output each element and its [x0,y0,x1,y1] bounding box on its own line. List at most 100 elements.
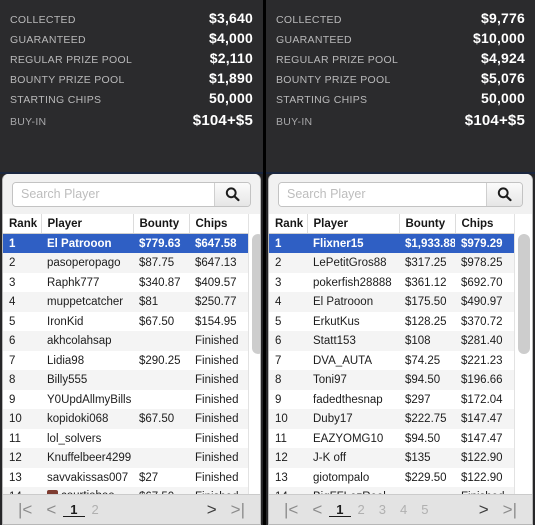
search-input[interactable] [279,182,486,206]
column-header-player: Player [307,213,400,235]
pagination-first-button[interactable]: |< [11,501,39,518]
table-row[interactable]: 6 Statt153 $108 $281.40 [269,331,514,351]
table-row[interactable]: 8 Billy555 Finished [3,370,248,390]
column-header-player: Player [41,213,134,235]
table-row[interactable]: 1 Flixner15 $1,933.88 $979.29 [269,233,514,254]
cell-chips: $281.40 [455,331,514,351]
table-row[interactable]: 12 J-K off $135 $122.90 [269,448,514,468]
pagination-page-5[interactable]: 5 [414,503,435,516]
table-wrapper: Rank Player Bounty Chips 1 Flixner15 $1,933.88… [269,213,532,494]
table-row[interactable]: 13 savvakissas007 $27 Finished [3,467,248,488]
stat-value: 50,000 [208,90,253,106]
table-row[interactable]: 7 DVA_AUTA $74.25 $221.23 [269,350,514,371]
table-row[interactable]: 3 pokerfish28888 $361.12 $692.70 [269,272,514,293]
stat-label: STARTING CHIPS [10,94,102,106]
table-row[interactable]: 2 LePetitGros88 $317.25 $978.25 [269,253,514,273]
cell-chips: $647.58 [189,233,248,254]
search-input[interactable] [13,182,214,206]
cell-chips: Finished [189,331,248,351]
pagination-page-1[interactable]: 1 [63,503,85,517]
player-name-wrap: kopidoki068 [47,413,108,425]
cell-bounty: $317.25 [399,253,455,273]
player-name-wrap: pokerfish28888 [313,277,392,289]
table-row[interactable]: 1 El Patrooon $779.63 $647.58 [3,233,248,254]
pagination-page-1[interactable]: 1 [329,503,351,517]
cell-rank: 10 [3,409,41,429]
column-header-rank: Rank [3,213,42,235]
cell-player: LePetitGros88 [307,253,399,273]
cell-chips: Finished [189,428,248,449]
stat-row: STARTING CHIPS 50,000 [10,88,253,108]
search-wrap [12,181,251,207]
table-row[interactable]: 5 ErkutKus $128.25 $370.72 [269,311,514,332]
cell-bounty: $81 [133,292,189,312]
search-icon [224,186,241,203]
player-name: IronKid [47,315,84,328]
vertical-scrollbar[interactable] [514,213,532,494]
cell-chips: $647.13 [189,253,248,273]
stat-value: $9,776 [480,10,525,26]
player-name-wrap: El Patrooon [47,238,112,250]
cell-bounty [133,448,189,468]
table-row[interactable]: 2 pasoperopago $87.75 $647.13 [3,253,248,273]
player-table: Rank Player Bounty Chips 1 El Patrooon $779.63… [3,213,248,494]
cell-bounty [133,389,189,410]
table-row[interactable]: 4 El Patrooon $175.50 $490.97 [269,292,514,312]
pagination-page-2[interactable]: 2 [85,503,106,516]
stat-row: BUY-IN $104+$5 [276,111,525,131]
table-row[interactable]: 8 Toni97 $94.50 $196.66 [269,370,514,390]
table-row[interactable]: 5 IronKid $67.50 $154.95 [3,311,248,332]
cell-chips: $122.90 [455,448,514,468]
pagination-page-4[interactable]: 4 [393,503,414,516]
pagination-prev-button[interactable]: < [305,501,329,518]
player-name-wrap: Y0UpdAllmyBills [47,394,131,406]
cell-player: EAZYOMG10 [307,428,399,449]
vertical-scrollbar[interactable] [248,213,260,494]
stat-label: REGULAR PRIZE POOL [276,54,399,66]
table-row[interactable]: 7 Lidia98 $290.25 Finished [3,350,248,371]
stat-value: $104+$5 [192,112,253,129]
table-row[interactable]: 4 muppetcatcher $81 $250.77 [3,292,248,312]
cell-player: Toni97 [307,370,399,390]
pagination-next-button[interactable]: > [200,501,224,518]
pagination-page-3[interactable]: 3 [372,503,393,516]
cell-bounty: $74.25 [399,350,455,371]
table-row[interactable]: 10 kopidoki068 $67.50 Finished [3,409,248,429]
cell-rank: 12 [269,448,307,468]
player-name: Billy555 [47,374,88,387]
player-name: Knuffelbeer4299 [47,452,132,465]
pagination-next-button[interactable]: > [472,501,496,518]
scrollbar-thumb[interactable] [518,233,530,354]
player-name-wrap: pasoperopago [47,257,121,269]
table-row[interactable]: 9 Y0UpdAllmyBills Finished [3,389,248,410]
table-row[interactable]: 11 lol_solvers Finished [3,428,248,449]
table-row[interactable]: 10 Duby17 $222.75 $147.47 [269,409,514,429]
cell-chips: $370.72 [455,311,514,332]
table-row[interactable]: 3 Raphk777 $340.87 $409.57 [3,272,248,293]
stats-header-left: COLLECTED $3,640 GUARANTEED $4,000 REGULAR P… [0,0,263,174]
pagination-first-button[interactable]: |< [277,501,305,518]
player-name: ErkutKus [313,315,360,328]
search-button[interactable] [214,182,250,206]
cell-rank: 13 [3,467,41,488]
cell-bounty: $87.75 [133,253,189,273]
cell-player: fadedthesnap [307,389,399,410]
pagination-last-button[interactable]: >| [224,501,252,518]
table-row[interactable]: 13 giotompalo $229.50 $122.90 [269,467,514,488]
table-row[interactable]: 11 EAZYOMG10 $94.50 $147.47 [269,428,514,449]
scrollbar-thumb[interactable] [252,233,260,354]
pagination-page-2[interactable]: 2 [351,503,372,516]
pagination-last-button[interactable]: >| [496,501,524,518]
table-row[interactable]: 6 akhcolahsap Finished [3,331,248,351]
table-row[interactable]: 12 Knuffelbeer4299 Finished [3,448,248,468]
player-name: savvakissas007 [47,471,129,484]
search-button[interactable] [486,182,522,206]
player-name-wrap: Raphk777 [47,277,99,289]
cell-rank: 6 [269,331,307,351]
table-row[interactable]: 9 fadedthesnap $297 $172.04 [269,389,514,410]
player-name-wrap: Billy555 [47,374,87,386]
pagination-prev-button[interactable]: < [39,501,63,518]
stat-value: $1,890 [208,70,253,86]
search-icon [496,186,513,203]
cell-rank: 6 [3,331,41,351]
